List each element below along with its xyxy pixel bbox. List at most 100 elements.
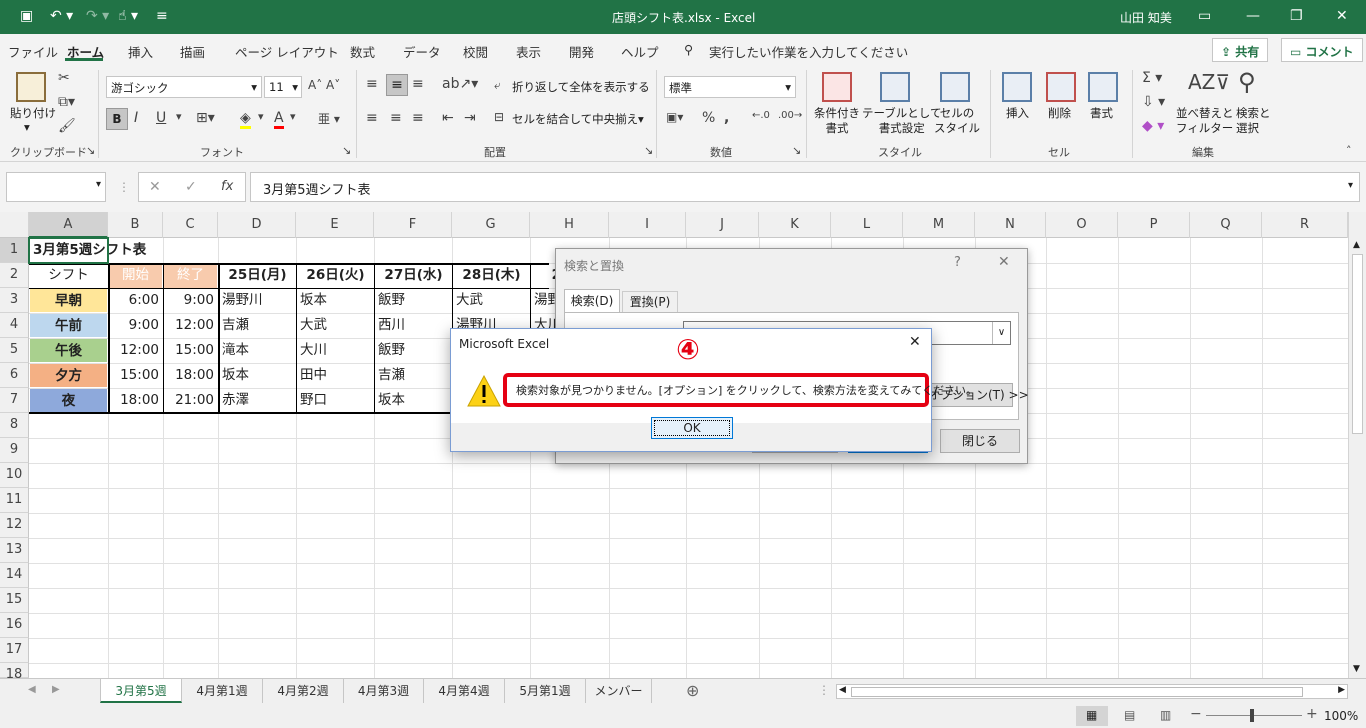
row-header[interactable]: 9: [0, 438, 29, 463]
close-window-icon[interactable]: ✕: [1336, 8, 1348, 24]
row-header[interactable]: 14: [0, 563, 29, 588]
sheet-tab[interactable]: 4月第2週: [263, 679, 344, 703]
ok-button[interactable]: OK: [651, 417, 733, 439]
column-header[interactable]: Q: [1190, 212, 1262, 238]
row-header[interactable]: 7: [0, 388, 29, 413]
comma-style-icon[interactable]: ,: [724, 110, 729, 126]
sort-filter-icon[interactable]: AZ⊽: [1188, 70, 1230, 94]
merge-icon[interactable]: ⊟: [494, 110, 504, 124]
phonetic-icon[interactable]: 亜 ▾: [318, 110, 340, 127]
dialog-launcher-icon[interactable]: ↘: [86, 144, 95, 157]
sort-filter-button[interactable]: 並べ替えと フィルター: [1176, 106, 1234, 136]
accounting-format-icon[interactable]: ▣▾: [666, 110, 683, 124]
increase-decimal-icon[interactable]: ←.0: [752, 110, 770, 121]
tab-formulas[interactable]: 数式: [350, 42, 375, 61]
hscroll-thumb[interactable]: [851, 687, 1303, 697]
tab-page-layout[interactable]: ページ レイアウト: [235, 42, 339, 61]
column-header[interactable]: P: [1118, 212, 1190, 238]
sheet-tab[interactable]: 3月第5週: [100, 679, 182, 703]
minimize-icon[interactable]: —: [1246, 8, 1260, 24]
sheet-tab[interactable]: 4月第1週: [182, 679, 263, 703]
collapse-ribbon-icon[interactable]: ˄: [1346, 144, 1352, 157]
paste-button[interactable]: 貼り付け: [10, 106, 56, 121]
tab-insert[interactable]: 挿入: [128, 42, 153, 61]
row-header[interactable]: 17: [0, 638, 29, 663]
scroll-thumb[interactable]: [1352, 254, 1363, 434]
expand-formula-icon[interactable]: ▾: [1348, 180, 1353, 191]
align-top-icon[interactable]: ≡: [366, 76, 378, 92]
column-header[interactable]: B: [108, 212, 163, 238]
row-header[interactable]: 1: [0, 238, 29, 263]
close-icon[interactable]: ✕: [998, 254, 1010, 270]
cancel-icon[interactable]: ✕: [149, 179, 161, 195]
sheet-tab[interactable]: 4月第4週: [424, 679, 505, 703]
vertical-scrollbar[interactable]: ▲ ▼: [1348, 212, 1366, 678]
tab-draw[interactable]: 描画: [180, 42, 205, 61]
tab-find[interactable]: 検索(D): [564, 289, 620, 313]
row-header[interactable]: 18: [0, 663, 29, 682]
align-right-icon[interactable]: ≡: [412, 110, 424, 126]
row-header[interactable]: 3: [0, 288, 29, 313]
column-header[interactable]: G: [452, 212, 530, 238]
align-bottom-icon[interactable]: ≡: [412, 76, 424, 92]
tab-help[interactable]: ヘルプ: [621, 42, 659, 61]
dialog-launcher-icon[interactable]: ↘: [342, 144, 351, 157]
tab-replace[interactable]: 置換(P): [622, 291, 678, 313]
wrap-text-icon[interactable]: ⤶: [494, 78, 501, 93]
undo-icon[interactable]: ↶ ▾: [50, 8, 73, 24]
row-header[interactable]: 13: [0, 538, 29, 563]
font-name-select[interactable]: 游ゴシック ▾: [106, 76, 262, 98]
border-icon[interactable]: ⊞▾: [196, 110, 215, 126]
find-select-button[interactable]: 検索と 選択: [1236, 106, 1271, 136]
column-header[interactable]: J: [686, 212, 759, 238]
underline-dropdown-icon[interactable]: ▾: [176, 110, 182, 123]
row-header[interactable]: 11: [0, 488, 29, 513]
format-cells-button[interactable]: 書式: [1090, 106, 1113, 121]
zoom-slider[interactable]: [1206, 715, 1302, 716]
tab-review[interactable]: 校閲: [463, 42, 488, 61]
customize-qat-icon[interactable]: ≡: [156, 8, 168, 24]
format-painter-icon[interactable]: 🖌: [58, 118, 76, 134]
column-header[interactable]: F: [374, 212, 452, 238]
font-grow-icon[interactable]: A˄ A˅: [308, 78, 340, 92]
redo-icon[interactable]: ↷ ▾: [86, 8, 109, 24]
touch-mode-icon[interactable]: ☝ ▾: [118, 8, 138, 24]
font-size-select[interactable]: 11 ▾: [264, 76, 302, 98]
align-center-icon[interactable]: ≡: [390, 110, 402, 126]
column-header[interactable]: C: [163, 212, 218, 238]
tab-file[interactable]: ファイル: [8, 42, 58, 61]
close-button[interactable]: 閉じる: [940, 429, 1020, 453]
conditional-formatting-button[interactable]: 条件付き 書式: [814, 106, 860, 136]
scroll-down-icon[interactable]: ▼: [1353, 664, 1360, 674]
row-header[interactable]: 8: [0, 413, 29, 438]
paste-icon[interactable]: [16, 72, 46, 102]
cell-styles-button[interactable]: セルの スタイル: [934, 106, 980, 136]
comment-button[interactable]: ▭ コメント: [1281, 38, 1363, 62]
insert-cells-icon[interactable]: [1002, 72, 1032, 102]
column-header[interactable]: A: [29, 212, 108, 238]
next-sheet-icon[interactable]: ▶: [52, 684, 60, 695]
sheet-tab[interactable]: メンバー: [586, 679, 652, 703]
dialog-launcher-icon[interactable]: ↘: [792, 144, 801, 157]
column-header[interactable]: L: [831, 212, 903, 238]
zoom-slider-thumb[interactable]: [1250, 709, 1254, 722]
font-color-icon[interactable]: A: [274, 110, 284, 129]
wrap-text-button[interactable]: 折り返して全体を表示する: [512, 80, 650, 95]
italic-button[interactable]: I: [134, 110, 138, 126]
ribbon-display-icon[interactable]: ▭: [1198, 8, 1211, 24]
row-header[interactable]: 5: [0, 338, 29, 363]
underline-button[interactable]: U: [156, 110, 166, 126]
orientation-icon[interactable]: ab↗▾: [442, 76, 478, 92]
insert-function-button[interactable]: fx: [221, 179, 233, 194]
format-as-table-icon[interactable]: [880, 72, 910, 102]
delete-cells-button[interactable]: 削除: [1048, 106, 1071, 121]
row-header[interactable]: 6: [0, 363, 29, 388]
clear-icon[interactable]: ◆ ▾: [1142, 118, 1164, 134]
row-header[interactable]: 2: [0, 263, 29, 288]
scroll-left-icon[interactable]: ◀: [839, 685, 846, 695]
share-button[interactable]: ⇪ 共有: [1212, 38, 1269, 62]
column-header[interactable]: N: [975, 212, 1046, 238]
align-left-icon[interactable]: ≡: [366, 110, 378, 126]
row-header[interactable]: 4: [0, 313, 29, 338]
format-cells-icon[interactable]: [1088, 72, 1118, 102]
